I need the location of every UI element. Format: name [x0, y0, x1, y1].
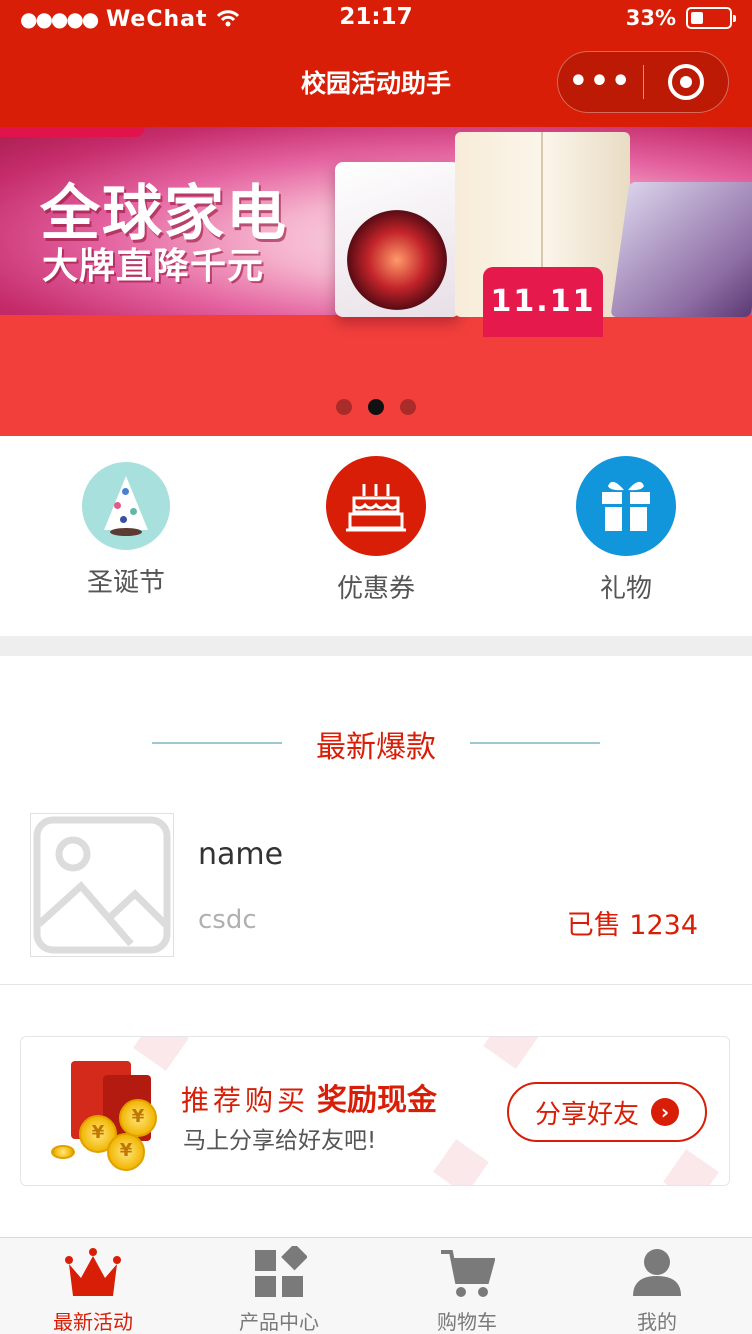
- close-program-button[interactable]: [644, 64, 728, 100]
- gift-box-icon: [576, 456, 676, 556]
- banner-subline: 大牌直降千元: [42, 246, 265, 287]
- tab-label: 最新活动: [53, 1310, 133, 1334]
- share-button-label: 分享好友: [534, 1099, 639, 1130]
- promo-title: 推荐购买 奖励现金: [181, 1075, 437, 1119]
- decor-streak: [483, 1037, 539, 1069]
- carousel-indicators: [0, 399, 752, 415]
- battery-icon: [686, 7, 736, 29]
- grid-icon: [251, 1243, 308, 1300]
- carousel-dot[interactable]: [336, 399, 352, 415]
- tab-cart[interactable]: 购物车: [392, 1246, 542, 1334]
- decor-streak: [133, 1037, 189, 1071]
- crown-icon: [65, 1246, 121, 1300]
- gold-coin-icon: [51, 1145, 75, 1159]
- category-christmas[interactable]: 圣诞节: [56, 456, 196, 599]
- banner-1111-badge: 11.11: [483, 267, 603, 337]
- tab-mine[interactable]: 我的: [582, 1246, 732, 1334]
- product-description: csdc: [198, 905, 257, 935]
- category-shortcuts: 圣诞节 优惠券 礼物: [0, 436, 752, 636]
- dishwasher-image: [610, 182, 752, 317]
- carousel-dot[interactable]: [400, 399, 416, 415]
- more-options-button[interactable]: •••: [558, 52, 643, 112]
- gold-coin-icon: ¥: [107, 1133, 145, 1171]
- promo-subtitle: 马上分享给好友吧!: [183, 1128, 377, 1154]
- bottom-tab-bar: 最新活动 产品中心 购物车 我的: [0, 1237, 752, 1334]
- battery-percent: 33%: [625, 6, 676, 30]
- share-friends-button[interactable]: 分享好友 ›: [507, 1082, 707, 1142]
- referral-promo-card[interactable]: ¥ ¥ ¥ 推荐购买 奖励现金 马上分享给好友吧! 分享好友 ›: [20, 1036, 730, 1186]
- battery-status: 33%: [625, 6, 736, 30]
- decor-streak: [433, 1139, 489, 1185]
- christmas-tree-icon: [82, 462, 170, 550]
- tab-product-center[interactable]: 产品中心: [204, 1243, 354, 1334]
- image-placeholder-icon: [30, 813, 174, 957]
- status-bar: ●●●●● WeChat 21:17 33%: [0, 0, 752, 38]
- gold-coin-icon: ¥: [119, 1099, 157, 1137]
- product-sold-count: 已售 1234: [566, 910, 698, 941]
- mini-program-capsule: •••: [557, 51, 729, 113]
- close-circle-icon: [667, 64, 704, 100]
- category-coupon[interactable]: 优惠券: [306, 456, 446, 605]
- category-gift[interactable]: 礼物: [556, 456, 696, 605]
- tab-label: 我的: [637, 1310, 677, 1334]
- promo-title-a: 推荐购买: [181, 1084, 310, 1117]
- product-item[interactable]: name csdc 已售 1234: [0, 795, 752, 985]
- product-name: name: [198, 837, 284, 872]
- banner-carousel[interactable]: 全球家电 大牌直降千元 11.11: [0, 127, 752, 436]
- banner-tag: [0, 127, 145, 137]
- section-title: 最新爆款: [316, 730, 436, 765]
- carousel-dot-active[interactable]: [368, 399, 384, 415]
- chevron-right-icon: ›: [651, 1098, 679, 1126]
- top-bar: ●●●●● WeChat 21:17 33% 校园活动助手 •••: [0, 0, 752, 127]
- category-label: 礼物: [599, 574, 652, 604]
- section-header: 最新爆款: [0, 722, 752, 765]
- banner-image: 全球家电 大牌直降千元 11.11: [0, 127, 752, 337]
- section-line-right: [470, 742, 600, 744]
- section-separator: [0, 636, 752, 656]
- category-label: 圣诞节: [86, 568, 165, 598]
- category-label: 优惠券: [336, 574, 415, 604]
- birthday-cake-icon: [326, 456, 426, 556]
- promo-title-b: 奖励现金: [317, 1083, 438, 1118]
- user-icon: [629, 1246, 685, 1300]
- cart-icon: [439, 1246, 496, 1300]
- tab-label: 购物车: [437, 1310, 497, 1334]
- decor-streak: [663, 1149, 719, 1185]
- washing-machine-image: [335, 162, 460, 317]
- tab-label: 产品中心: [239, 1310, 319, 1334]
- tab-latest-activity[interactable]: 最新活动: [18, 1246, 168, 1334]
